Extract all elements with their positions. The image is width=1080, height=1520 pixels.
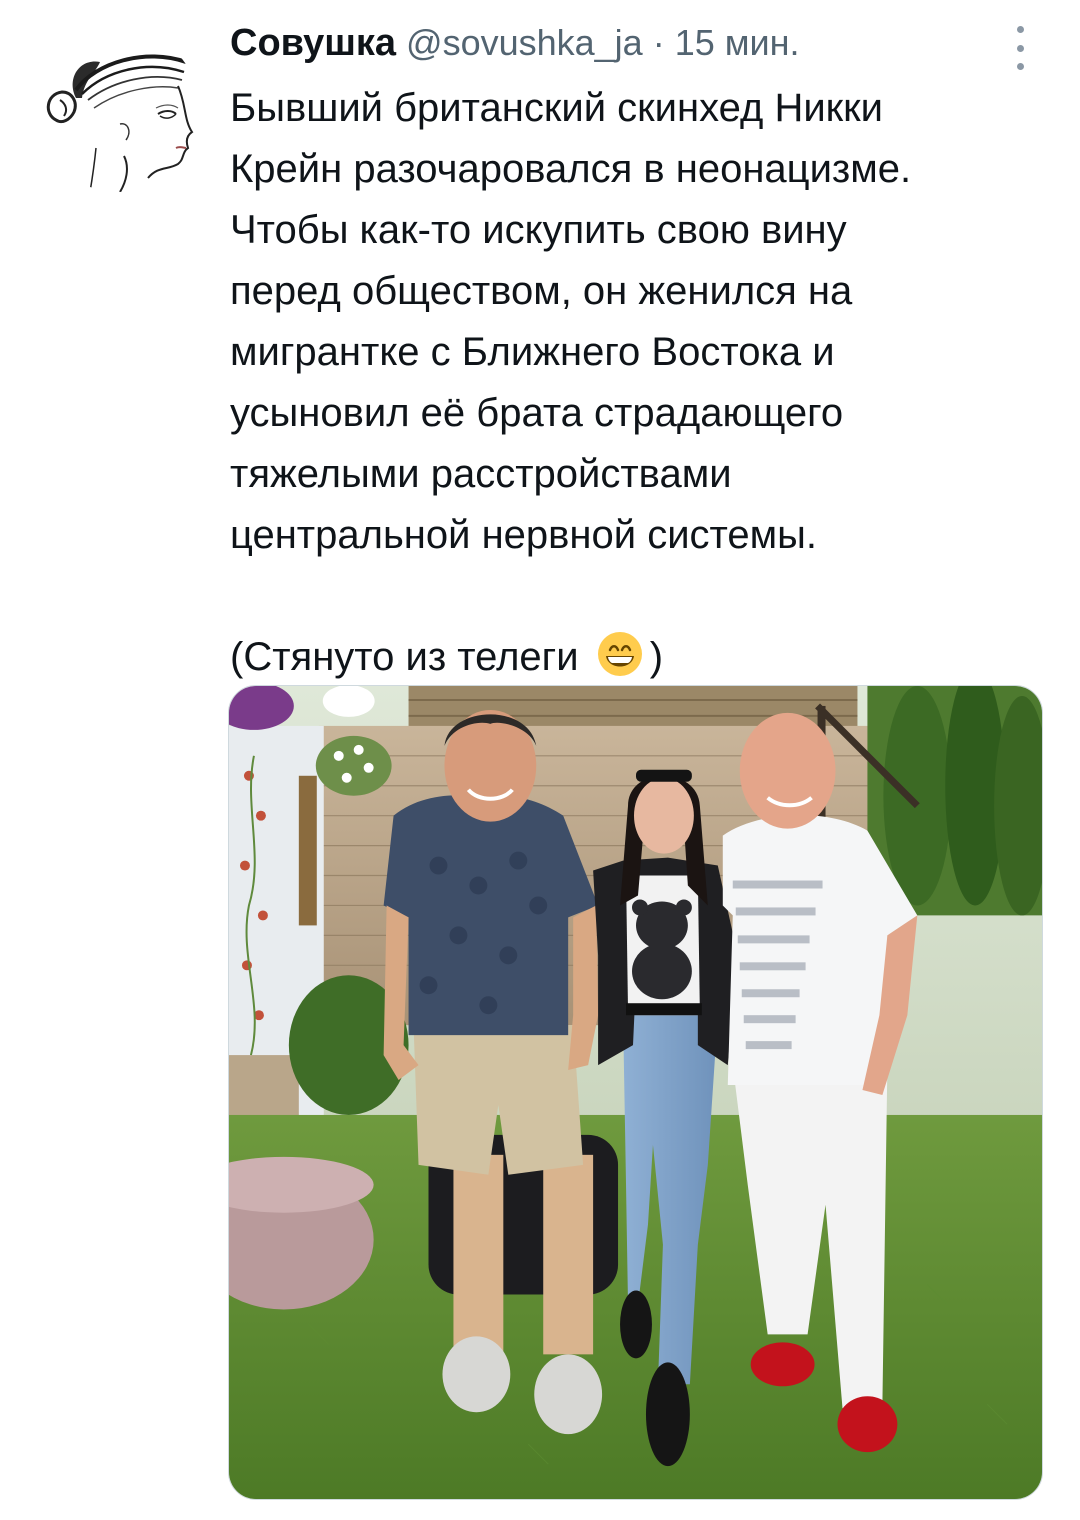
tweet-text-line: Крейн разочаровался в неонацизме. [230,147,912,191]
postscript-text: ) [649,635,664,679]
grinning-face-emoji-icon [596,630,644,678]
tweet-text-line: тяжелыми расстройствами [230,452,732,496]
author-display-name[interactable]: Совушка [230,22,396,65]
tweet[interactable]: Совушка @sovushka_ja · 15 мин. Бывший бр… [0,0,1080,1520]
author-handle[interactable]: @sovushka_ja [406,22,643,64]
tweet-text-line: центральной нервной системы. [230,513,818,557]
tweet-text-line: мигрантке с Ближнего Востока и [230,330,835,374]
tweet-text-line: усыновил её брата страдающего [230,391,844,435]
tweet-timestamp[interactable]: 15 мин. [675,22,800,64]
tweet-photo[interactable] [228,685,1043,1500]
more-vertical-icon[interactable] [1000,26,1040,70]
postscript-text: (Стянуто из телеги [230,635,590,679]
more-dot [1016,44,1024,52]
more-dot [1016,63,1024,70]
woman-sketch-avatar-icon [36,28,200,192]
tweet-text-line: Чтобы как-то искупить свою вину [230,208,847,252]
tweet-text: Бывший британский скинхед Никки Крейн ра… [230,78,1040,688]
tweet-text-line: перед обществом, он женился на [230,269,853,313]
tweet-text-line: Бывший британский скинхед Никки [230,86,884,130]
header-separator: · [652,22,665,63]
tweet-postscript: (Стянуто из телеги ) [230,627,1040,688]
photo-scene [229,686,1042,1499]
avatar[interactable] [36,28,200,192]
tweet-header: Совушка @sovushka_ja · 15 мин. [230,22,800,72]
more-dot [1016,26,1024,33]
